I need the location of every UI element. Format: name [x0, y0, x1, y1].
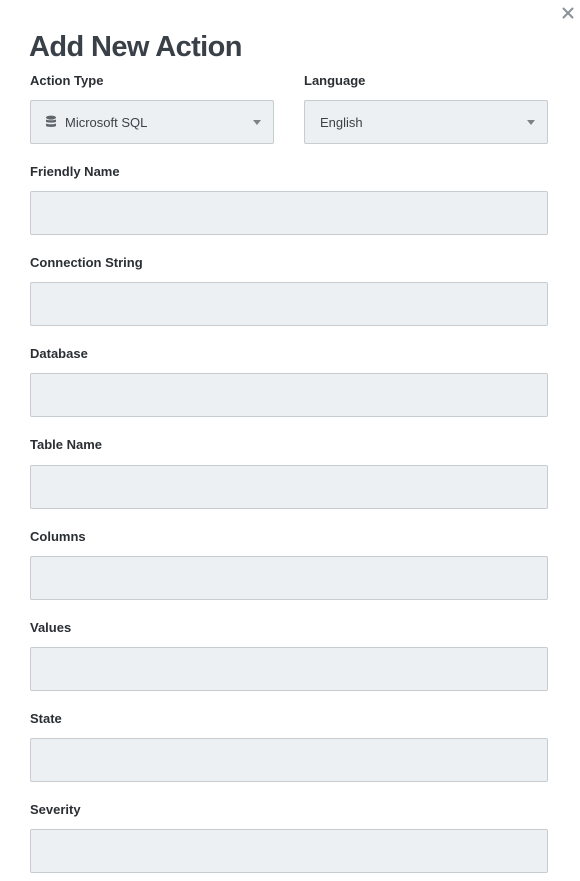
chevron-down-icon — [527, 120, 535, 125]
connection-string-label: Connection String — [30, 255, 143, 270]
database-icon — [45, 115, 57, 129]
columns-label: Columns — [30, 529, 86, 544]
language-label: Language — [304, 73, 366, 88]
database-input[interactable] — [30, 373, 548, 417]
action-type-select[interactable]: Microsoft SQL — [30, 100, 274, 144]
action-type-label: Action Type — [30, 73, 104, 88]
state-input[interactable] — [30, 738, 548, 782]
dialog-title: Add New Action — [29, 31, 242, 63]
values-input[interactable] — [30, 647, 548, 691]
close-button[interactable] — [560, 4, 576, 22]
severity-label: Severity — [30, 802, 81, 817]
table-name-label: Table Name — [30, 437, 103, 452]
friendly-name-label: Friendly Name — [30, 164, 120, 179]
language-select[interactable]: English — [304, 100, 548, 144]
friendly-name-input[interactable] — [30, 191, 548, 235]
table-name-input[interactable] — [30, 465, 548, 509]
chevron-down-icon — [253, 120, 261, 125]
severity-input[interactable] — [30, 829, 548, 873]
state-label: State — [30, 711, 62, 726]
action-type-value: Microsoft SQL — [65, 114, 148, 130]
connection-string-input[interactable] — [30, 282, 548, 326]
language-value: English — [320, 114, 363, 130]
columns-input[interactable] — [30, 556, 548, 600]
values-label: Values — [30, 620, 72, 635]
close-icon — [562, 7, 574, 19]
database-label: Database — [30, 346, 88, 361]
